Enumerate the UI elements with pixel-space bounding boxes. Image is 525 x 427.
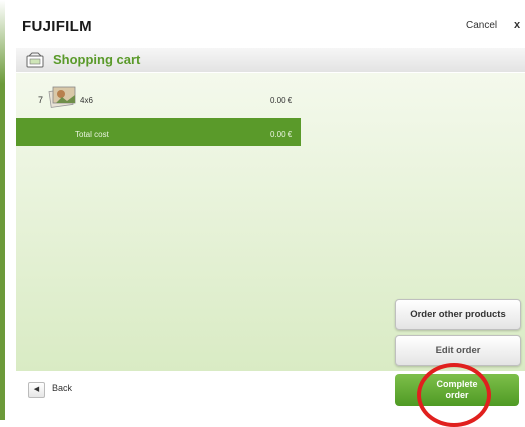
fujifilm-logo: FUJIFILM [22,18,92,35]
item-quantity: 7 [38,95,44,105]
left-accent-bar [0,0,5,420]
item-size: 4x6 [80,96,93,105]
edit-order-button[interactable]: Edit order [395,335,521,366]
left-arrow-icon[interactable]: ◀ [28,382,45,398]
page-title: Shopping cart [53,52,141,67]
complete-order-button[interactable]: Complete order [395,374,519,406]
close-icon[interactable]: x [510,18,524,32]
total-cost-value: 0.00 € [270,130,293,139]
back-button[interactable]: Back [52,383,72,393]
cancel-button[interactable]: Cancel [466,20,497,31]
order-other-products-button[interactable]: Order other products [395,299,521,330]
item-price: 0.00 € [270,96,293,105]
shopping-cart-icon [26,52,44,68]
complete-order-label: Complete order [436,379,478,400]
total-row [16,118,301,146]
photo-stack-icon[interactable] [48,84,76,108]
total-cost-label: Total cost [75,130,109,139]
